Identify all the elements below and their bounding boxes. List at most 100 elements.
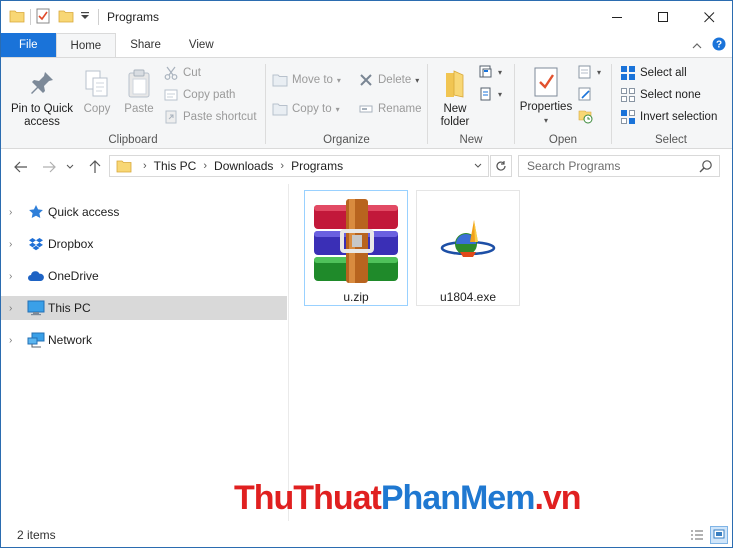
new-item-dropdown-icon: ▾ (498, 67, 503, 77)
tab-home[interactable]: Home (55, 33, 117, 57)
new-group-label: New (459, 134, 483, 146)
cloud-icon (27, 267, 45, 285)
copy-to-dropdown-icon: ▾ (335, 104, 340, 114)
tab-file[interactable]: File (1, 33, 56, 57)
expand-chevron-icon[interactable]: › (9, 303, 19, 314)
search-box[interactable] (518, 155, 720, 177)
customize-qat-dropdown-icon[interactable] (80, 10, 90, 24)
invert-selection-label: Invert selection (640, 111, 718, 123)
delete-label: Delete (378, 74, 412, 86)
expand-chevron-icon[interactable]: › (9, 271, 19, 282)
sidebar-item-onedrive[interactable]: › OneDrive (1, 264, 287, 288)
collapse-ribbon-icon[interactable] (692, 39, 702, 53)
address-dropdown-icon[interactable] (474, 163, 482, 169)
copy-button[interactable]: Copy (79, 68, 115, 116)
easy-access-button[interactable]: ▾ (478, 84, 502, 104)
properties-button[interactable]: Properties ▾ (517, 66, 575, 127)
open-group: Properties ▾ ▾ Open (515, 58, 611, 149)
select-all-label: Select all (640, 67, 687, 79)
breadcrumb-downloads[interactable]: Downloads (214, 159, 273, 173)
expand-chevron-icon[interactable]: › (9, 335, 19, 346)
edit-button[interactable] (577, 84, 597, 104)
paste-label: Paste (124, 103, 154, 115)
open-dropdown-icon: ▾ (597, 67, 602, 77)
new-item-button[interactable]: ▾ (478, 62, 502, 82)
paste-button[interactable]: Paste (119, 68, 159, 116)
ribbon-controls: ? (692, 37, 726, 54)
quick-access-toolbar (1, 1, 90, 33)
easy-access-icon (478, 86, 494, 102)
search-icon[interactable] (699, 159, 713, 176)
properties-qat-icon[interactable] (36, 8, 50, 27)
chevron-right-icon[interactable]: › (143, 160, 147, 172)
invert-selection-button[interactable]: Invert selection (620, 107, 717, 127)
details-view-button[interactable] (688, 526, 706, 544)
history-button[interactable] (577, 106, 597, 126)
navigation-bar: › This PC › Downloads › Programs (1, 150, 732, 184)
sidebar-item-quick-access[interactable]: › Quick access (1, 200, 287, 224)
search-input[interactable] (527, 159, 697, 173)
sidebar-item-dropbox[interactable]: › Dropbox (1, 232, 287, 256)
explorer-window: Programs File Home Share View ? Pin to Q… (0, 0, 733, 548)
expand-chevron-icon[interactable]: › (9, 207, 19, 218)
new-item-icon (478, 64, 494, 80)
cut-label: Cut (183, 67, 201, 79)
recent-locations-button[interactable] (63, 157, 77, 177)
delete-x-icon (358, 72, 374, 88)
chevron-right-icon[interactable]: › (280, 160, 284, 172)
up-button[interactable] (85, 157, 105, 177)
chevron-right-icon[interactable]: › (203, 160, 207, 172)
maximize-button[interactable] (640, 1, 686, 33)
minimize-button[interactable] (594, 1, 640, 33)
refresh-button[interactable] (490, 155, 512, 177)
copy-path-label: Copy path (183, 89, 236, 101)
invert-selection-icon (620, 109, 636, 125)
open-button[interactable]: ▾ (577, 62, 601, 82)
pin-to-quick-access-button[interactable]: Pin to Quick access (7, 68, 77, 129)
move-to-button[interactable]: Move to ▾ (272, 70, 341, 90)
navigation-pane: › Quick access › Dropbox › OneDrive › Th… (1, 184, 289, 521)
tab-share[interactable]: Share (116, 33, 175, 57)
paste-shortcut-label: Paste shortcut (183, 111, 257, 123)
new-folder-label-line1: New (443, 103, 467, 115)
cut-button[interactable]: Cut (163, 63, 201, 83)
watermark-part2: PhanMem (380, 479, 536, 517)
address-bar[interactable]: › This PC › Downloads › Programs (109, 155, 489, 177)
move-to-icon (272, 72, 288, 88)
tab-view[interactable]: View (175, 33, 228, 57)
breadcrumb-this-pc[interactable]: This PC (154, 159, 197, 173)
new-folder-qat-icon[interactable] (58, 9, 74, 26)
delete-button[interactable]: Delete ▾ (358, 70, 419, 90)
ribbon-tabs: File Home Share View ? (1, 33, 732, 57)
address-folder-icon (116, 159, 132, 173)
close-button[interactable] (686, 1, 732, 33)
breadcrumb-programs[interactable]: Programs (291, 159, 343, 173)
sidebar-item-network[interactable]: › Network (1, 328, 287, 352)
expand-chevron-icon[interactable]: › (9, 239, 19, 250)
pin-label-line2: access (24, 116, 60, 128)
help-icon[interactable]: ? (712, 37, 726, 54)
paste-shortcut-button[interactable]: Paste shortcut (163, 107, 257, 127)
paste-icon (123, 68, 155, 100)
copy-to-button[interactable]: Copy to ▾ (272, 99, 340, 119)
watermark-part1: ThuThuat (234, 479, 382, 517)
copy-path-button[interactable]: Copy path (163, 85, 235, 105)
open-group-label: Open (548, 134, 578, 146)
sidebar-item-label: Dropbox (48, 237, 94, 251)
svg-text:?: ? (716, 40, 722, 51)
dropbox-icon (27, 235, 45, 253)
forward-button[interactable] (39, 157, 59, 177)
sidebar-item-this-pc[interactable]: › This PC (1, 296, 287, 320)
network-icon (27, 331, 45, 349)
rename-button[interactable]: Rename (358, 99, 421, 119)
new-folder-icon (439, 68, 471, 100)
sidebar-item-label: This PC (48, 301, 91, 315)
large-icons-view-button[interactable] (710, 526, 728, 544)
select-none-button[interactable]: Select none (620, 85, 701, 105)
new-folder-button[interactable]: New folder (434, 68, 476, 129)
select-all-button[interactable]: Select all (620, 63, 687, 83)
organize-group: Move to ▾ Delete ▾ Copy to ▾ Rename Orga… (266, 58, 427, 149)
file-item-u-zip[interactable]: u.zip (304, 190, 408, 306)
file-item-u1804-exe[interactable]: u1804.exe (416, 190, 520, 306)
back-button[interactable] (11, 157, 31, 177)
